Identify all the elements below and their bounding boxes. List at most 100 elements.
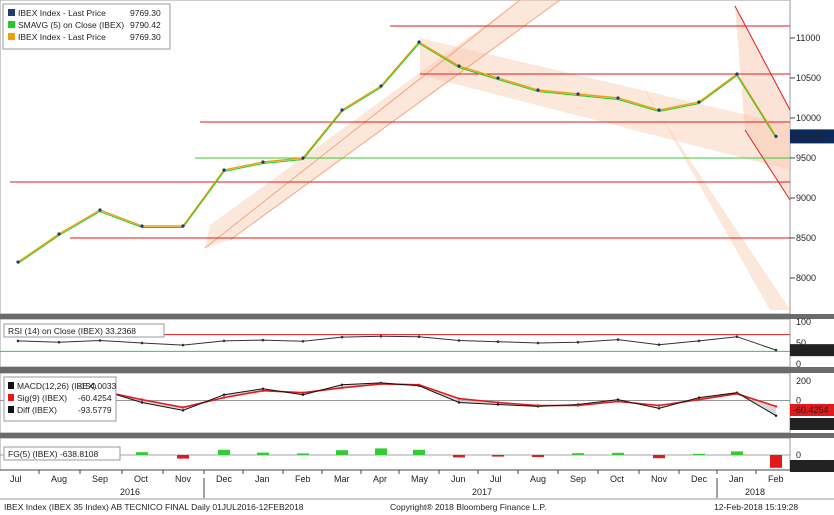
legend-label: SMAVG (5) on Close (IBEX) (18, 20, 124, 30)
price-point (616, 96, 620, 100)
legend-swatch (8, 21, 15, 28)
rsi-point (261, 338, 265, 342)
x-axis-month-label: Jun (451, 474, 466, 484)
price-point (301, 156, 305, 160)
price-axis-label: 8500 (796, 233, 816, 243)
legend-value: 9769.30 (130, 8, 161, 18)
chart-stage: 11000 10500 10000 9500 9000 8500 8000 9769.30 10… (0, 0, 834, 515)
rsi-point (57, 340, 61, 344)
fg-bar (693, 453, 705, 455)
legend-swatch (8, 33, 15, 40)
fg-bar (297, 453, 309, 455)
x-axis-month-label: Feb (295, 474, 311, 484)
fg-bar (731, 451, 743, 455)
legend-swatch (8, 406, 14, 413)
footer-center: Copyright® 2018 Bloomberg Finance L.P. (390, 502, 546, 512)
footer-right: 12-Feb-2018 15:19:28 (714, 502, 798, 512)
legend-label: IBEX Index - Last Price (18, 8, 106, 18)
rsi-point (181, 343, 185, 347)
signal-point (774, 405, 778, 408)
signal-point (340, 386, 344, 389)
signal-point (181, 406, 185, 409)
price-axis-label: 10000 (796, 113, 821, 123)
fg-bar (492, 455, 504, 457)
x-axis-year-label: 2016 (120, 487, 140, 497)
macd-point (657, 407, 661, 410)
rsi-axis-label: 100 (796, 317, 811, 327)
legend-value: -154.0033 (78, 381, 117, 391)
fg-bar (413, 449, 425, 455)
x-axis-month-label: Oct (134, 474, 149, 484)
fg-bar (257, 452, 269, 455)
x-axis-year-label: 2017 (472, 487, 492, 497)
macd-axis-label: 200 (796, 376, 811, 386)
macd-point (340, 383, 344, 386)
signal-point (417, 383, 421, 386)
price-point (181, 224, 185, 228)
price-axis-label: 8000 (796, 273, 816, 283)
rsi-point (140, 341, 144, 345)
fg-bar (770, 455, 782, 468)
price-point (16, 260, 20, 264)
legend-swatch (8, 394, 14, 401)
price-point (735, 72, 739, 76)
signal-point (261, 389, 265, 392)
legend-label: Sig(9) (IBEX) (17, 393, 67, 403)
fg-value-label: -638.8108 (793, 461, 834, 471)
legend-value: 9790.42 (130, 20, 161, 30)
legend-label: IBEX Index - Last Price (18, 32, 106, 42)
signal-point (735, 392, 739, 395)
legend-value: -93.5779 (78, 405, 112, 415)
rsi-point (340, 335, 344, 339)
legend-value: 9769.30 (130, 32, 161, 42)
last-price-label: 9769.30 (793, 131, 826, 141)
rsi-point (657, 343, 661, 347)
signal-point (697, 398, 701, 401)
price-point (657, 108, 661, 112)
macd-point (457, 401, 461, 404)
signal-point (496, 401, 500, 404)
x-axis-month-label: Jul (490, 474, 502, 484)
x-axis-month-label: Sep (570, 474, 586, 484)
x-axis-month-label: Apr (373, 474, 387, 484)
x-axis-month-label: Nov (651, 474, 668, 484)
fg-bar (218, 449, 230, 455)
fg-bar (177, 455, 189, 459)
x-axis-year-label: 2018 (745, 487, 765, 497)
rsi-point (457, 339, 461, 342)
rsi-value-label: 33.2368 (793, 345, 826, 355)
price-point (536, 88, 540, 92)
price-point (496, 76, 500, 80)
rsi-title: RSI (14) on Close (IBEX) 33.2368 (8, 326, 136, 336)
price-point (340, 108, 344, 112)
legend-value: -60.4254 (78, 393, 112, 403)
panel-separator (0, 433, 834, 438)
rsi-point (774, 348, 778, 352)
x-axis-month-label: Jul (10, 474, 22, 484)
rsi-point (697, 339, 701, 343)
rsi-point (417, 335, 421, 339)
rsi-point (98, 339, 102, 342)
fg-bar (532, 455, 544, 457)
rsi-point (616, 338, 620, 341)
x-axis-month-label: Jan (255, 474, 270, 484)
fg-bar (572, 453, 584, 455)
fg-axis-label: 0 (796, 450, 801, 460)
panel-separator (0, 367, 834, 373)
signal-point (457, 397, 461, 400)
rsi-point (301, 340, 305, 343)
price-axis-label: 10500 (796, 73, 821, 83)
signal-point (657, 404, 661, 407)
price-point (576, 92, 580, 96)
fg-bar (612, 452, 624, 455)
price-point (98, 208, 102, 212)
price-axis-label: 9500 (796, 153, 816, 163)
rsi-point (379, 335, 383, 338)
signal-value-label: -60.4254 (793, 405, 829, 415)
fg-bar (453, 455, 465, 458)
price-axis-label: 11000 (796, 33, 820, 43)
fg-bar (653, 455, 665, 459)
legend-label: Diff (IBEX) (17, 405, 57, 415)
signal-point (576, 404, 580, 407)
legend-swatch (8, 382, 14, 389)
